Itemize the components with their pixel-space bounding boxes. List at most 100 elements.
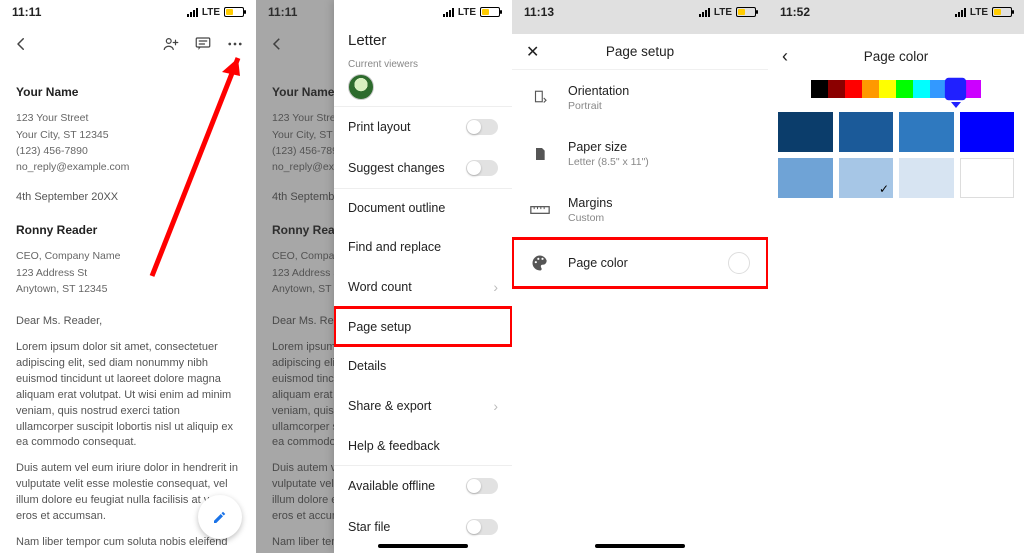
hue-swatch[interactable] [964, 80, 981, 98]
doc-toolbar [0, 24, 256, 64]
home-indicator [595, 544, 685, 548]
menu-page-setup[interactable]: Page setup [334, 307, 512, 346]
menu-label: Page setup [348, 320, 411, 334]
current-viewers-label: Current viewers [334, 53, 512, 72]
add-person-icon[interactable] [162, 35, 180, 53]
option-label: Margins [568, 196, 612, 210]
signal-icon [699, 8, 710, 17]
hue-swatch[interactable] [879, 80, 896, 98]
hue-swatch[interactable] [896, 80, 913, 98]
hue-swatch[interactable] [811, 80, 828, 98]
menu-label: Find and replace [348, 240, 441, 254]
check-icon: ✓ [879, 182, 889, 196]
menu-document-outline[interactable]: Document outline [334, 188, 512, 227]
more-menu-icon[interactable] [226, 35, 244, 53]
sender-name: Your Name [16, 84, 240, 101]
menu-star-file[interactable]: Star file [334, 506, 512, 547]
signal-icon [443, 8, 454, 17]
menu-suggest-changes[interactable]: Suggest changes [334, 147, 512, 188]
status-bar: 11:11 LTE [0, 0, 256, 24]
recipient-title: CEO, Company Name [16, 249, 240, 263]
shade-swatch[interactable] [839, 112, 894, 152]
shade-swatch[interactable] [960, 158, 1015, 198]
screen-page-color: 11:52 LTE ‹ Page color ✓ [768, 0, 1024, 553]
hue-swatch[interactable] [828, 80, 845, 98]
pencil-icon [211, 508, 229, 526]
shade-swatch[interactable] [778, 112, 833, 152]
menu-available-offline[interactable]: Available offline [334, 465, 512, 506]
option-label: Orientation [568, 84, 629, 98]
recipient-street: 123 Address St [16, 266, 240, 280]
sheet-header: ‹ Page color [768, 38, 1024, 74]
screen-document: 11:11 LTE Your Name 123 Your Street Your… [0, 0, 256, 553]
shade-swatch[interactable] [960, 112, 1015, 152]
toggle-off[interactable] [466, 119, 498, 135]
clock: 11:52 [780, 5, 810, 19]
menu-help-feedback[interactable]: Help & feedback [334, 426, 512, 465]
menu-label: Suggest changes [348, 161, 445, 175]
body-para-1: Lorem ipsum dolor sit amet, consectetuer… [16, 340, 240, 452]
letter-date: 4th September 20XX [16, 190, 240, 206]
menu-label: Word count [348, 280, 412, 294]
menu-find-replace[interactable]: Find and replace [334, 227, 512, 266]
sender-street: 123 Your Street [16, 111, 240, 125]
hue-swatch[interactable] [945, 78, 966, 101]
recipient-city: Anytown, ST 12345 [16, 282, 240, 296]
edit-fab[interactable] [198, 495, 242, 539]
screen-overflow-menu: 11:11 LTE Your Name 123 Your Street Your… [256, 0, 512, 553]
body-para-3: Nam liber tempor cum soluta nobis eleife… [16, 535, 240, 553]
menu-label: Available offline [348, 479, 435, 493]
menu-label: Document outline [348, 201, 445, 215]
hue-swatch[interactable] [913, 80, 930, 98]
document-body[interactable]: Your Name 123 Your Street Your City, ST … [0, 64, 256, 553]
shade-swatch[interactable] [778, 158, 833, 198]
menu-details[interactable]: Details [334, 346, 512, 385]
setup-orientation[interactable]: Orientation Portrait [512, 70, 768, 126]
menu-print-layout[interactable]: Print layout [334, 106, 512, 147]
option-value: Portrait [568, 100, 629, 112]
sheet-title: Page color [864, 49, 929, 64]
status-bar: 11:13 LTE [512, 0, 768, 24]
sender-phone: (123) 456-7890 [16, 144, 240, 158]
overflow-panel: LTE Letter Current viewers Print layout … [334, 0, 512, 553]
palette-icon [530, 253, 550, 273]
toggle-off[interactable] [466, 160, 498, 176]
battery-icon [224, 7, 244, 17]
sheet-header: ✕ Page setup [512, 34, 768, 70]
back-chevron-icon[interactable] [12, 35, 30, 53]
home-indicator [378, 544, 468, 548]
panel-title: Letter [334, 24, 512, 53]
battery-icon [736, 7, 756, 17]
battery-icon [480, 7, 500, 17]
signal-icon [187, 8, 198, 17]
menu-label: Share & export [348, 399, 431, 413]
menu-word-count[interactable]: Word count › [334, 266, 512, 307]
toggle-off[interactable] [466, 478, 498, 494]
shade-swatch[interactable] [899, 158, 954, 198]
page-icon [530, 145, 550, 163]
setup-page-color[interactable]: Page color [512, 238, 768, 288]
menu-label: Help & feedback [348, 439, 440, 453]
hue-swatch[interactable] [862, 80, 879, 98]
sheet-title: Page setup [606, 44, 674, 59]
shade-swatch[interactable] [899, 112, 954, 152]
battery-icon [992, 7, 1012, 17]
salutation: Dear Ms. Reader, [16, 314, 240, 330]
setup-paper-size[interactable]: Paper size Letter (8.5" x 11") [512, 126, 768, 182]
back-chevron-icon[interactable]: ‹ [782, 46, 788, 67]
ruler-icon [530, 203, 550, 217]
sender-city: Your City, ST 12345 [16, 128, 240, 142]
option-value: Letter (8.5" x 11") [568, 156, 649, 168]
menu-share-export[interactable]: Share & export › [334, 385, 512, 426]
viewer-avatar[interactable] [348, 74, 374, 100]
toggle-off[interactable] [466, 519, 498, 535]
menu-label: Details [348, 359, 386, 373]
hue-swatch[interactable] [845, 80, 862, 98]
close-icon[interactable]: ✕ [526, 42, 539, 62]
option-value: Custom [568, 212, 612, 224]
shade-swatch[interactable]: ✓ [839, 158, 894, 198]
clock: 11:11 [12, 5, 41, 19]
comment-icon[interactable] [194, 35, 212, 53]
status-bar: LTE [334, 0, 512, 24]
setup-margins[interactable]: Margins Custom [512, 182, 768, 238]
